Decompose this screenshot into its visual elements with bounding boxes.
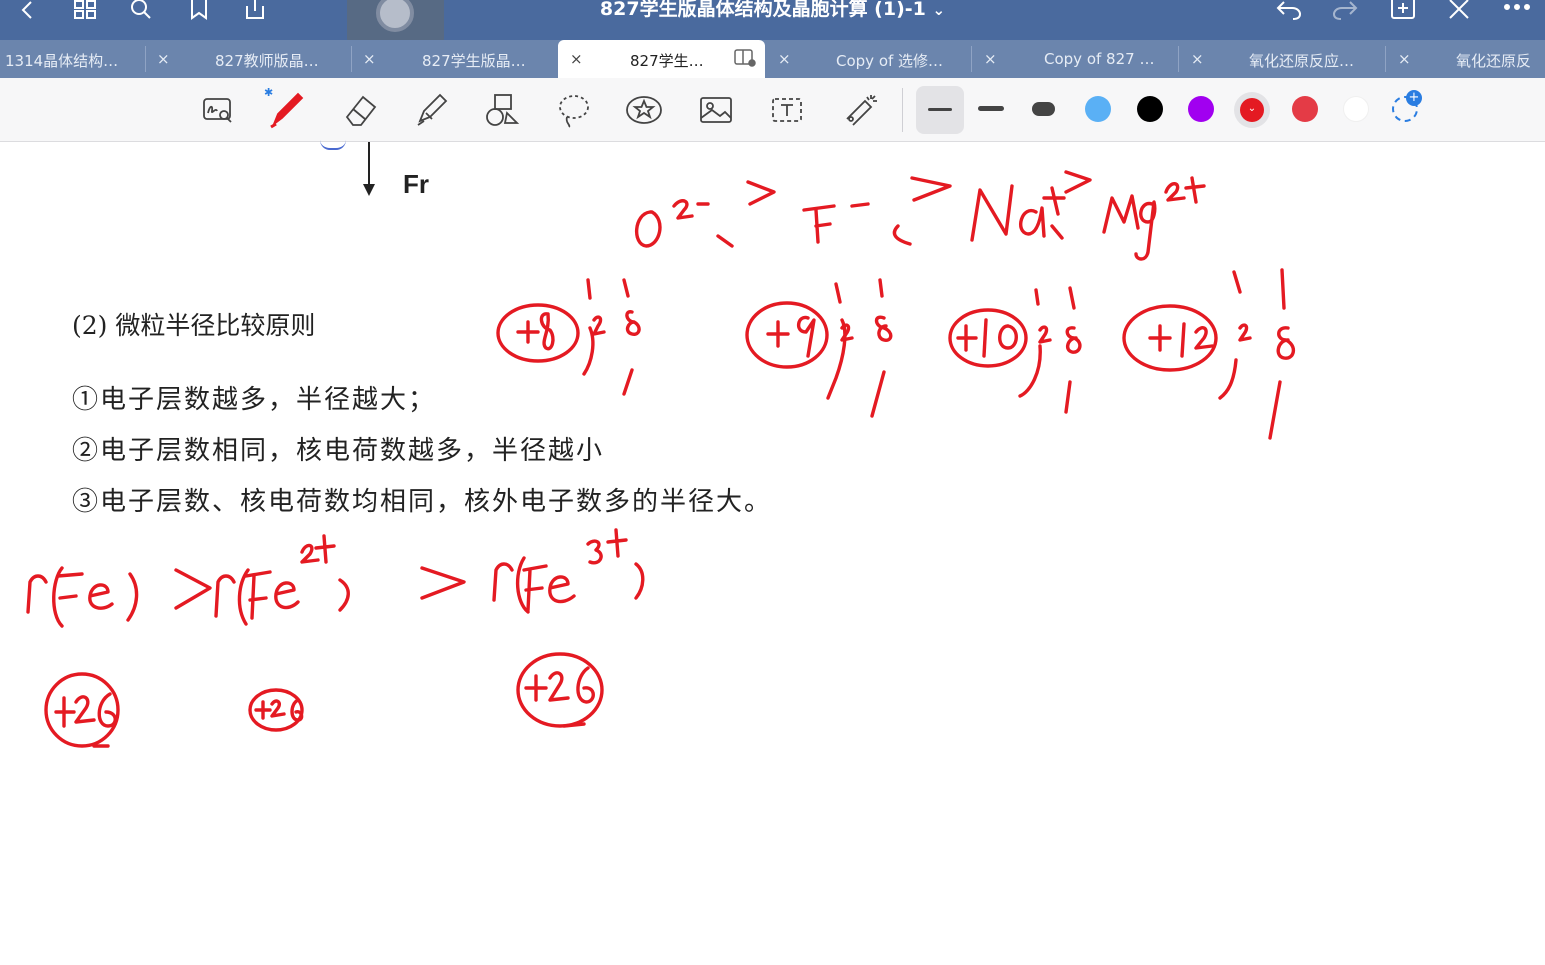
add-page-icon[interactable]: [1388, 0, 1418, 20]
ink-r-fe2plus: [214, 534, 350, 626]
tab-close-icon[interactable]: ×: [778, 50, 791, 68]
shapes-icon[interactable]: [482, 90, 522, 130]
ink-atom-mg: [1122, 268, 1295, 440]
ink-na-plus: [970, 184, 1066, 242]
redo-icon[interactable]: [1330, 0, 1360, 20]
stroke-thin-option[interactable]: [916, 86, 964, 134]
handwritten-ink-layer: [26, 170, 1295, 748]
tab-strip: 1314晶体结构… × 827教师版晶… × 827学生版晶… × 827学生……: [0, 40, 1545, 78]
bluetooth-icon: ✱: [264, 86, 274, 99]
ink-gt-1: [746, 180, 776, 206]
laser-pointer-icon[interactable]: [840, 90, 880, 130]
tab-827-student-active[interactable]: × 827学生…: [558, 40, 765, 78]
stroke-medium-option[interactable]: [978, 106, 1004, 111]
document-title-text: 827学生版晶体结构及晶胞计算 (1)-1: [599, 0, 926, 20]
ink-o2-minus: [635, 199, 734, 248]
ink-gt-fe-2: [420, 566, 466, 600]
ink-atom-f: [745, 278, 893, 418]
tab-copy-xuanxiu[interactable]: × Copy of 选修…: [766, 40, 971, 78]
sticker-icon[interactable]: [624, 90, 664, 130]
tab-label: 氧化还原反应…: [1249, 52, 1355, 70]
ink-atom-o: [496, 278, 641, 396]
tab-redox-2[interactable]: × 氧化还原反: [1386, 40, 1545, 78]
tab-close-icon[interactable]: ×: [363, 50, 376, 68]
stroke-thick-option[interactable]: [1032, 102, 1055, 116]
tab-label: Copy of 选修…: [836, 52, 944, 70]
split-view-icon[interactable]: [734, 49, 756, 71]
tab-label: 827学生版晶…: [422, 52, 526, 70]
lasso-icon[interactable]: [554, 90, 594, 130]
tab-label: 827学生…: [630, 52, 704, 70]
undo-icon[interactable]: [1274, 0, 1304, 20]
ink-gt-2: [910, 176, 952, 202]
tab-redox-1[interactable]: × 氧化还原反应…: [1179, 40, 1385, 78]
document-title[interactable]: 827学生版晶体结构及晶胞计算 (1)-1 ⌄: [0, 0, 1545, 21]
pen-icon[interactable]: ✱: [264, 86, 306, 130]
close-icon[interactable]: [1444, 0, 1474, 20]
color-swatch-blue[interactable]: [1085, 96, 1111, 122]
add-color-icon[interactable]: +: [1392, 90, 1422, 122]
ink-gt-fe-1: [174, 568, 212, 610]
tab-close-icon[interactable]: ×: [157, 50, 170, 68]
chevron-down-icon: ⌄: [932, 1, 946, 19]
color-swatch-black[interactable]: [1137, 96, 1163, 122]
color-swatch-purple[interactable]: [1188, 96, 1214, 122]
tab-827-teacher[interactable]: × 827教师版晶…: [146, 40, 351, 78]
tab-1314[interactable]: 1314晶体结构…: [0, 40, 145, 78]
ink-mg-2plus: [1102, 176, 1206, 261]
ink-r-fe: [26, 566, 139, 628]
ink-fe-nucleus-2: [248, 688, 304, 732]
highlighter-icon[interactable]: [411, 90, 451, 130]
image-icon[interactable]: [696, 90, 736, 130]
zoom-handwriting-icon[interactable]: [198, 90, 238, 130]
text-icon[interactable]: [767, 90, 807, 130]
color-swatch-light-red[interactable]: [1292, 96, 1318, 122]
color-swatch-white[interactable]: [1343, 96, 1369, 122]
tab-close-icon[interactable]: ×: [570, 50, 583, 68]
tab-close-icon[interactable]: ×: [1191, 50, 1204, 68]
ink-f-minus: [802, 202, 912, 246]
tab-label: Copy of 827 …: [1044, 50, 1155, 68]
document-page[interactable]: Fr (2) 微粒半径比较原则 ①电子层数越多，半径越大； ②电子层数相同，核电…: [0, 142, 1545, 965]
more-icon[interactable]: [1500, 0, 1534, 20]
ink-atom-ne: [948, 286, 1082, 414]
title-bar: 827学生版晶体结构及晶胞计算 (1)-1 ⌄: [0, 0, 1545, 52]
tab-label: 1314晶体结构…: [5, 52, 119, 70]
color-swatch-red-selected[interactable]: ⌄: [1240, 98, 1264, 122]
ink-gt-3: [1064, 170, 1092, 194]
ink-fe-nucleus-3: [516, 652, 604, 728]
eraser-icon[interactable]: [340, 90, 380, 130]
tab-close-icon[interactable]: ×: [984, 50, 997, 68]
tab-close-icon[interactable]: ×: [1398, 50, 1411, 68]
tab-label: 827教师版晶…: [215, 52, 319, 70]
tab-copy-827[interactable]: × Copy of 827 …: [972, 40, 1178, 78]
ink-r-fe3plus: [492, 528, 645, 614]
ink-fe-nucleus-1: [44, 672, 120, 748]
tab-label: 氧化还原反: [1456, 52, 1532, 70]
tab-827-student-1[interactable]: × 827学生版晶…: [352, 40, 557, 78]
